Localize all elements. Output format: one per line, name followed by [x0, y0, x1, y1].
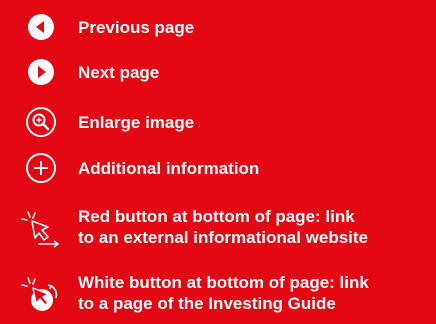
previous-page-icon — [24, 10, 58, 44]
legend-label-enlarge-image: Enlarge image — [78, 113, 195, 132]
legend-label-white-button-line2: to a page of the Investing Guide — [78, 294, 336, 313]
next-page-icon — [24, 55, 58, 89]
legend-label-additional-information: Additional information — [78, 159, 260, 178]
legend-label-previous-page: Previous page — [78, 18, 195, 37]
legend-label-red-button-line2: to an external informational website — [78, 228, 369, 247]
red-button-cursor-icon — [18, 208, 62, 248]
legend-label-red-button-line1: Red button at bottom of page: link — [78, 207, 355, 226]
legend-label-red-button: Red button at bottom of page: link to an… — [78, 206, 434, 248]
white-button-cursor-icon — [18, 276, 62, 316]
legend-label-white-button: White button at bottom of page: link to … — [78, 272, 434, 314]
additional-information-icon — [24, 151, 58, 185]
legend-label-next-page: Next page — [78, 63, 160, 82]
enlarge-image-icon — [24, 105, 58, 139]
legend-label-white-button-line1: White button at bottom of page: link — [78, 273, 369, 292]
